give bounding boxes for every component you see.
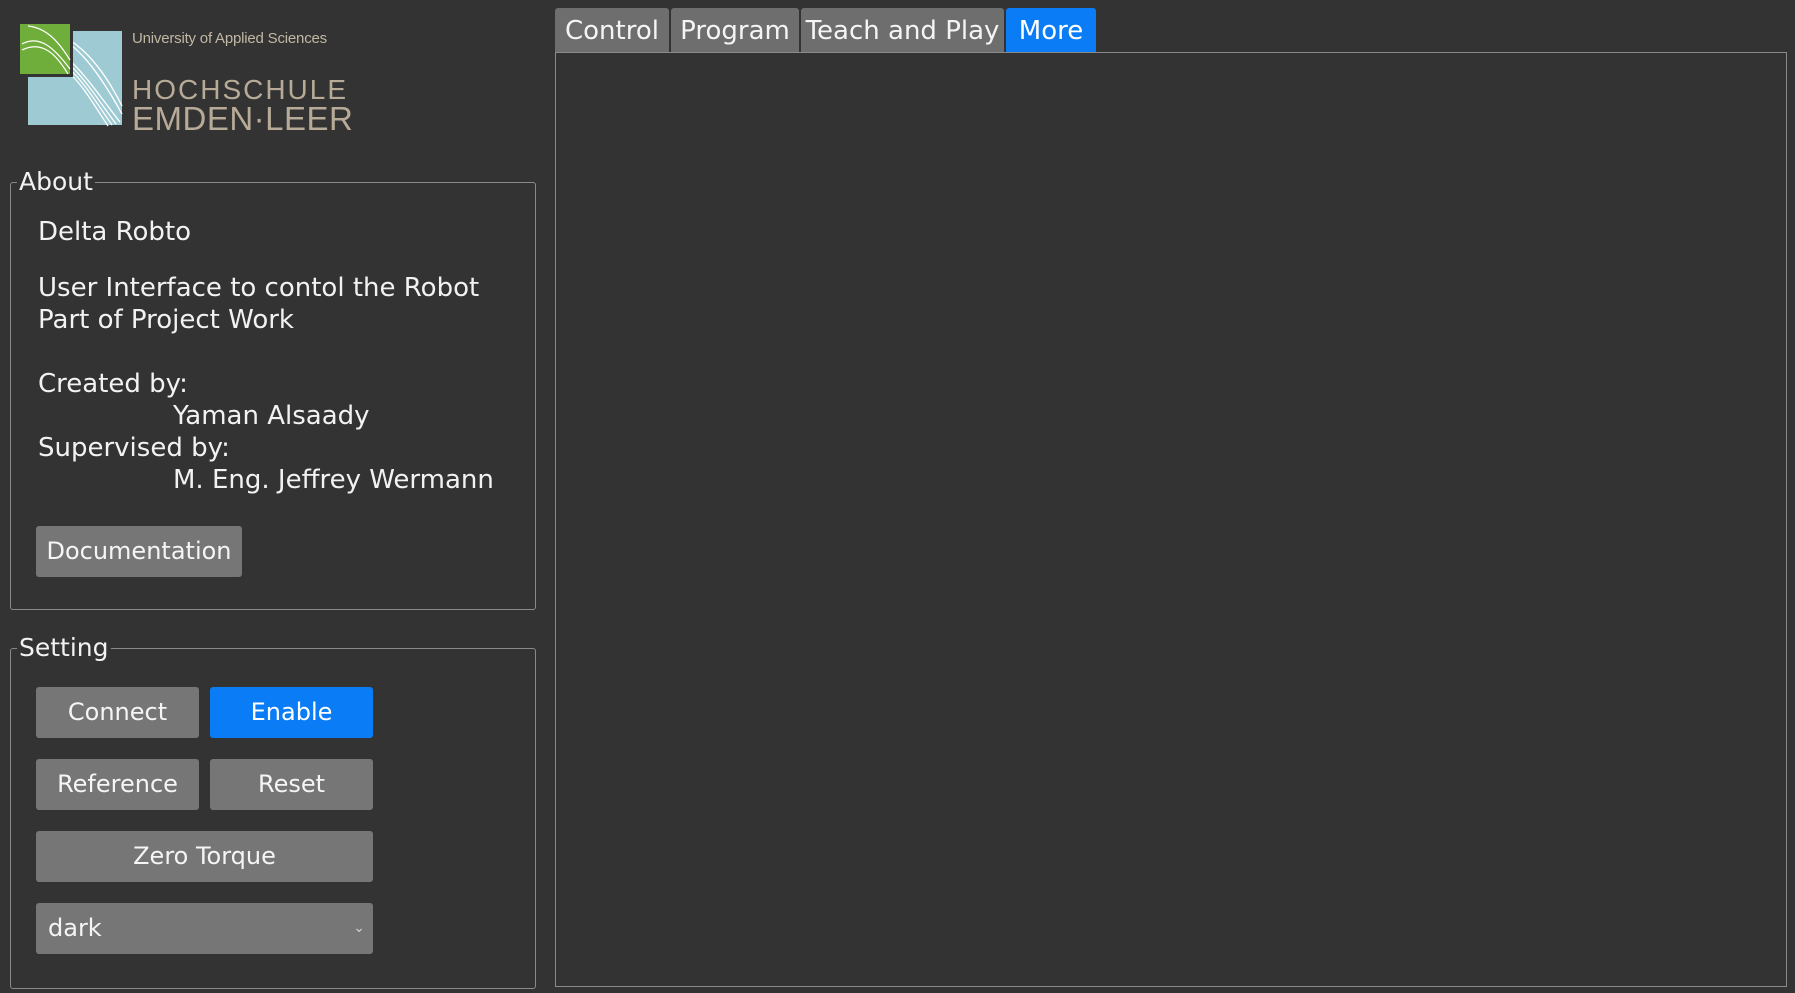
theme-select-value: dark <box>48 914 102 942</box>
description-line-1: User Interface to contol the Robot <box>38 273 480 303</box>
description-line-2: Part of Project Work <box>38 305 294 335</box>
setting-title: Setting <box>17 632 111 664</box>
reference-button[interactable]: Reference <box>36 759 199 810</box>
created-by-label: Created by: <box>38 369 188 399</box>
about-group: About Delta Robto User Interface to cont… <box>10 166 536 610</box>
logo-green-lines <box>21 25 71 75</box>
supervised-by-label: Supervised by: <box>38 433 230 463</box>
tab-teach-and-play[interactable]: Teach and Play <box>801 8 1004 52</box>
theme-select[interactable]: dark ⌄ <box>36 903 373 954</box>
app-name: Delta Robto <box>38 217 192 247</box>
created-by-name: Yaman Alsaady <box>173 401 370 431</box>
logo-subtitle: University of Applied Sciences <box>132 30 327 47</box>
tab-control[interactable]: Control <box>555 8 669 52</box>
university-logo: University of Applied Sciences HOCHSCHUL… <box>20 24 353 137</box>
documentation-button[interactable]: Documentation <box>36 526 242 577</box>
reset-button[interactable]: Reset <box>210 759 373 810</box>
enable-button[interactable]: Enable <box>210 687 373 738</box>
supervised-by-name: M. Eng. Jeffrey Wermann <box>173 465 494 495</box>
zero-torque-button[interactable]: Zero Torque <box>36 831 373 882</box>
tab-content-pane <box>555 52 1787 987</box>
tab-more[interactable]: More <box>1006 8 1096 52</box>
about-title: About <box>17 166 95 198</box>
setting-group: Setting Connect Enable Reference Reset Z… <box>10 632 536 989</box>
logo-line-2: EMDEN·LEER <box>132 100 354 137</box>
tab-program[interactable]: Program <box>671 8 799 52</box>
connect-button[interactable]: Connect <box>36 687 199 738</box>
chevron-down-icon: ⌄ <box>353 920 365 936</box>
